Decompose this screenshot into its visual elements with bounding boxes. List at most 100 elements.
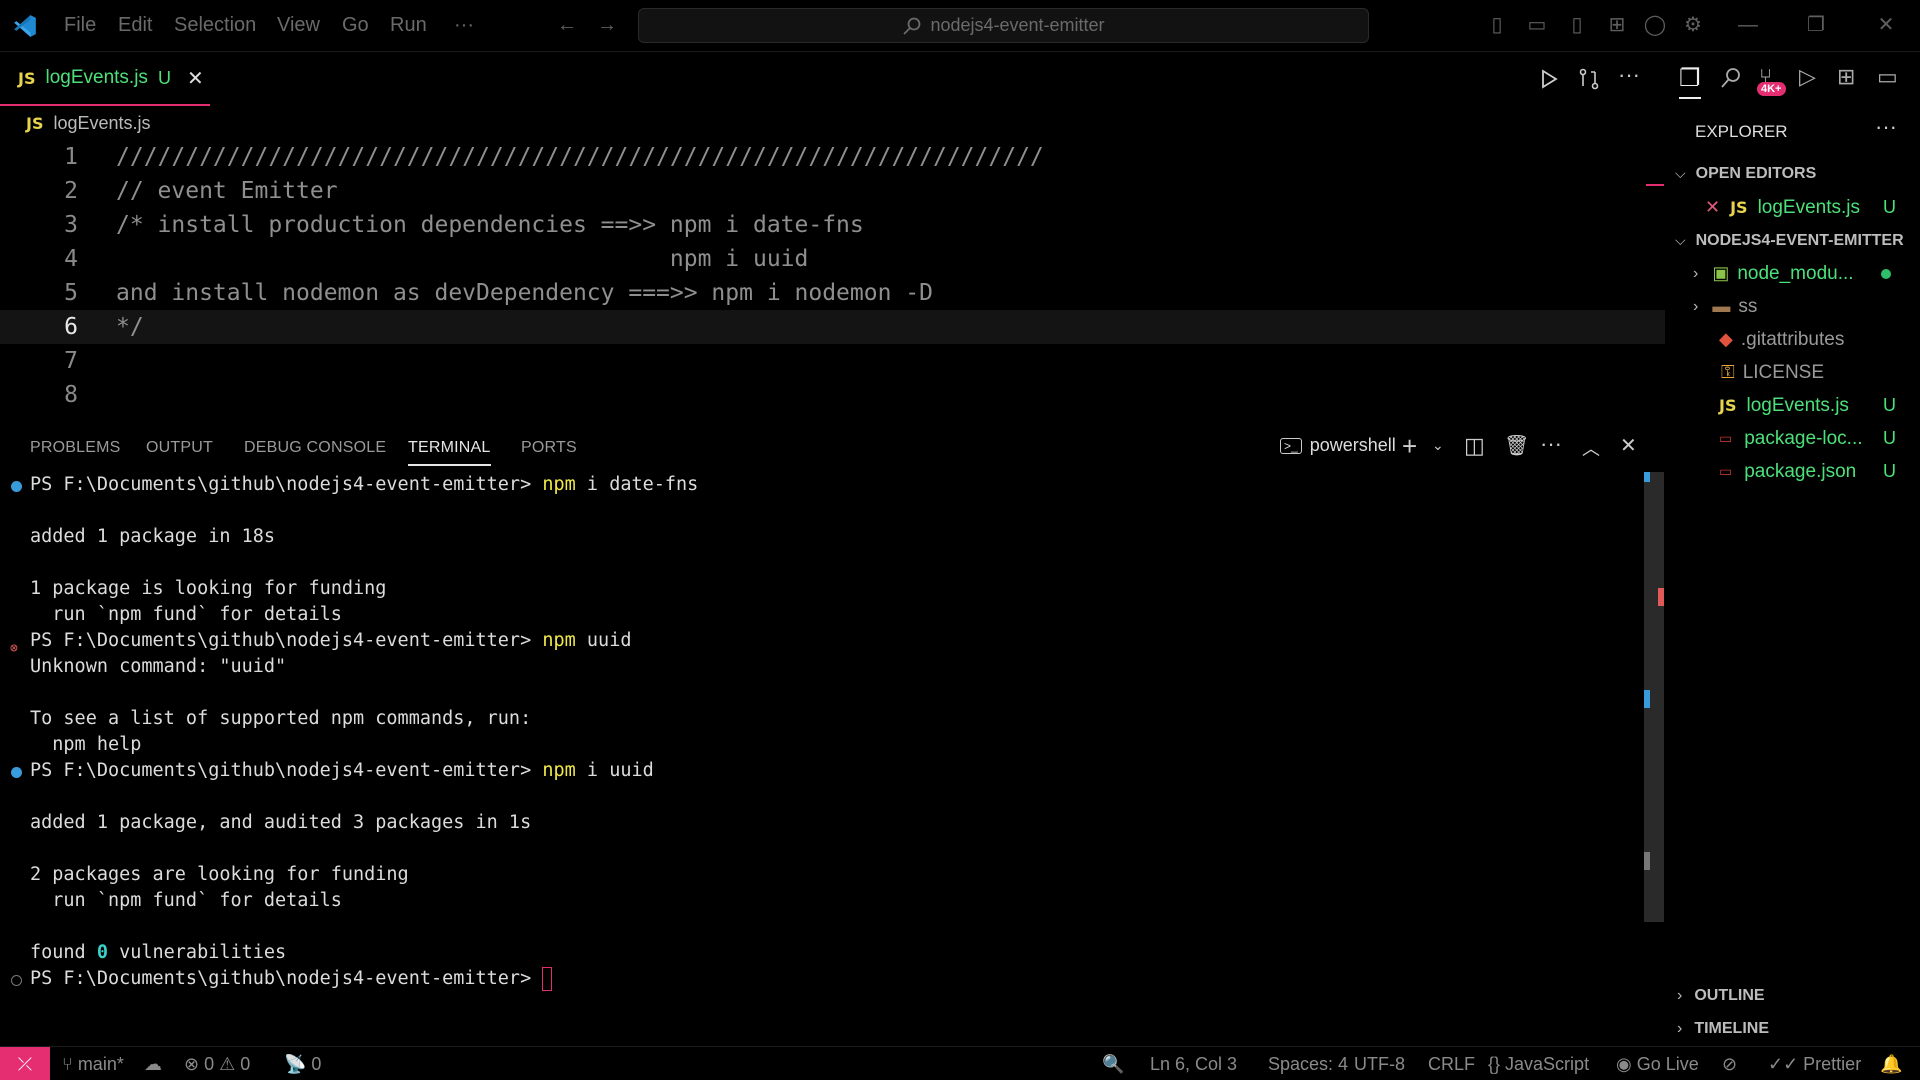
chevron-down-icon: ⌵	[1675, 165, 1686, 181]
end-of-line[interactable]: CRLF	[1428, 1054, 1475, 1075]
split-terminal-icon[interactable]: ◫	[1464, 433, 1485, 459]
terminal-line: npm help	[30, 734, 142, 755]
maximize-panel-icon[interactable]: ︿	[1582, 435, 1600, 461]
tab-debug-console[interactable]: DEBUG CONSOLE	[244, 425, 386, 471]
account-icon[interactable]: ◯	[1642, 12, 1668, 38]
close-panel-icon[interactable]: ✕	[1620, 433, 1637, 458]
sidebar-more-icon[interactable]: ···	[1875, 114, 1897, 140]
tree-item-logevents[interactable]: JS logEvents.js U	[1665, 389, 1920, 422]
command-success-decoration[interactable]	[11, 767, 22, 778]
tab-logevents[interactable]: JS logEvents.js U ✕	[0, 52, 210, 106]
panel-tab-bar: PROBLEMS OUTPUT DEBUG CONSOLE TERMINAL P…	[0, 425, 1665, 471]
toggle-primary-sidebar-icon[interactable]: ▯	[1484, 12, 1510, 38]
line-number: 2	[64, 178, 78, 204]
terminal-output[interactable]: PS F:\Documents\github\nodejs4-event-emi…	[0, 472, 1664, 1032]
tree-item-ss[interactable]: › ▬ ss	[1665, 290, 1920, 323]
encoding[interactable]: UTF-8	[1354, 1054, 1405, 1075]
terminal-line: added 1 package in 18s	[30, 526, 276, 547]
toggle-secondary-sidebar-icon[interactable]: ▯	[1564, 12, 1590, 38]
terminal-shell-selector[interactable]: >_ powershell	[1280, 435, 1396, 456]
close-window-icon[interactable]: ✕	[1873, 12, 1899, 38]
chevron-right-icon: ›	[1693, 297, 1699, 315]
toggle-panel-icon[interactable]: ▭	[1524, 12, 1550, 38]
git-icon: ◆	[1719, 329, 1733, 349]
tab-terminal[interactable]: TERMINAL	[408, 430, 491, 466]
restore-icon[interactable]: ❐	[1803, 12, 1829, 38]
notifications-bell-icon[interactable]: 🔔	[1880, 1054, 1902, 1075]
npm-icon: ▭	[1719, 430, 1733, 446]
cursor-position[interactable]: Ln 6, Col 3	[1150, 1054, 1237, 1075]
menu-selection[interactable]: Selection	[174, 14, 256, 37]
line-code: */	[116, 314, 144, 340]
customize-layout-icon[interactable]: ⊞	[1604, 12, 1630, 38]
section-project[interactable]: ⌵ NODEJS4-EVENT-EMITTER	[1665, 224, 1920, 257]
trash-icon[interactable]: 🗑	[1504, 433, 1529, 458]
section-outline[interactable]: › OUTLINE	[1665, 979, 1920, 1012]
tree-item-package-lock[interactable]: ▭ package-loc... U	[1665, 422, 1920, 455]
remote-explorer-icon[interactable]: ▭	[1877, 64, 1898, 90]
code-line: 7	[0, 344, 1665, 378]
forward-arrow-icon[interactable]: →	[594, 12, 620, 38]
menu-edit[interactable]: Edit	[118, 14, 152, 37]
tree-item-package-json[interactable]: ▭ package.json U	[1665, 455, 1920, 488]
line-number: 5	[64, 280, 78, 306]
activity-bar: ❐ ⑂ 4K+ ▷ ⊞ ▭	[1665, 52, 1920, 106]
manage-gear-icon[interactable]: ⚙	[1680, 12, 1706, 38]
menu-run[interactable]: Run	[390, 14, 427, 37]
terminal-line: To see a list of supported npm commands,…	[30, 708, 532, 729]
menu-view[interactable]: View	[277, 14, 320, 37]
new-terminal-icon[interactable]: +	[1402, 431, 1417, 462]
sync-icon[interactable]: ☁	[144, 1054, 162, 1075]
code-line: 5 and install nodemon as devDependency ==…	[0, 276, 1665, 310]
open-changes-icon[interactable]	[1578, 68, 1600, 90]
minimize-icon[interactable]: —	[1735, 12, 1761, 38]
scroll-marker	[1644, 472, 1650, 482]
run-debug-icon[interactable]: ▷	[1799, 64, 1816, 90]
chevron-down-icon[interactable]: ⌄	[1432, 437, 1444, 454]
section-timeline[interactable]: › TIMELINE	[1665, 1012, 1920, 1045]
copilot-icon[interactable]: ⊘	[1722, 1054, 1737, 1075]
zoom-icon[interactable]: 🔍	[1102, 1054, 1124, 1075]
go-live-button[interactable]: ◉ Go Live	[1616, 1054, 1699, 1075]
indentation[interactable]: Spaces: 4	[1268, 1054, 1348, 1075]
explorer-files-icon[interactable]: ❐	[1679, 64, 1701, 99]
ports-indicator[interactable]: 📡 0	[284, 1054, 321, 1075]
back-arrow-icon[interactable]: ←	[554, 12, 580, 38]
extensions-icon[interactable]: ⊞	[1837, 64, 1855, 90]
command-error-decoration[interactable]: ⊗	[10, 636, 18, 662]
editor-more-icon[interactable]: ···	[1618, 62, 1640, 88]
tab-status: U	[157, 67, 171, 88]
code-editor[interactable]: 1 ///////////////////////////////////////…	[0, 140, 1665, 418]
close-tab-icon[interactable]: ✕	[187, 66, 204, 91]
panel-more-icon[interactable]: ···	[1540, 431, 1562, 457]
tree-item-license[interactable]: ⚿ LICENSE	[1665, 356, 1920, 389]
menu-go[interactable]: Go	[342, 14, 369, 37]
problems-indicator[interactable]: ⊗ 0 ⚠ 0	[184, 1054, 250, 1075]
command-pending-decoration[interactable]	[11, 975, 22, 986]
branch-indicator[interactable]: ⑂ main*	[62, 1054, 124, 1075]
open-editor-item[interactable]: ✕ JS logEvents.js U	[1665, 191, 1920, 224]
run-icon[interactable]	[1538, 68, 1560, 90]
tab-output[interactable]: OUTPUT	[146, 425, 213, 471]
breadcrumb[interactable]: JS logEvents.js	[26, 110, 151, 136]
terminal-line: PS F:\Documents\github\nodejs4-event-emi…	[30, 760, 654, 781]
search-view-icon[interactable]	[1719, 66, 1743, 90]
menu-more[interactable]: ···	[454, 14, 474, 37]
modified-dot	[1881, 268, 1891, 279]
menu-file[interactable]: File	[64, 14, 96, 37]
section-open-editors[interactable]: ⌵ OPEN EDITORS	[1665, 157, 1920, 190]
command-success-decoration[interactable]	[11, 481, 22, 492]
line-code: // event Emitter	[116, 178, 338, 204]
remote-indicator-icon[interactable]: ⤫	[0, 1047, 50, 1080]
line-number: 1	[64, 144, 78, 170]
breadcrumb-file[interactable]: logEvents.js	[53, 113, 150, 134]
tab-problems[interactable]: PROBLEMS	[30, 425, 121, 471]
search-text: nodejs4-event-emitter	[930, 15, 1105, 35]
prettier-button[interactable]: ✓✓ Prettier	[1768, 1054, 1861, 1075]
tree-item-gitattributes[interactable]: ◆ .gitattributes	[1665, 323, 1920, 356]
tab-ports[interactable]: PORTS	[521, 425, 577, 471]
tree-item-node-modules[interactable]: › ▣ node_modu...	[1665, 257, 1920, 290]
close-editor-icon[interactable]: ✕	[1705, 197, 1720, 218]
language-mode[interactable]: {} JavaScript	[1488, 1054, 1589, 1075]
command-center-search[interactable]: nodejs4-event-emitter	[638, 8, 1369, 43]
